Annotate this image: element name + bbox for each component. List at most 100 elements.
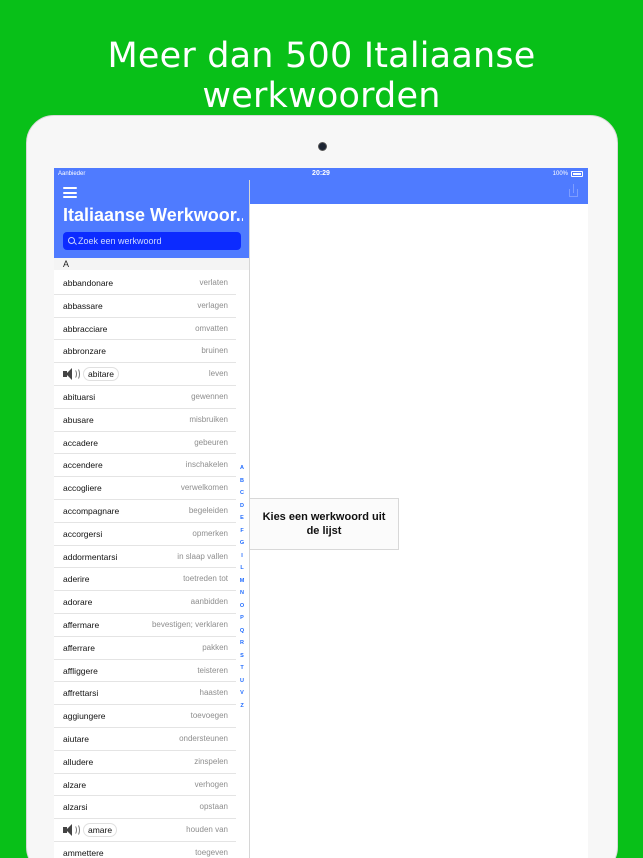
search-icon (68, 237, 75, 244)
verb-translation: haasten (199, 688, 228, 698)
index-letter[interactable]: Q (238, 628, 246, 641)
verb-row[interactable]: aiutare ondersteunen (54, 728, 236, 751)
verb-row[interactable]: accorgersi opmerken (54, 523, 236, 546)
verb-row[interactable]: affermare bevestigen; verklaren (54, 614, 236, 637)
verb-row[interactable]: addormentarsi in slaap vallen (54, 546, 236, 569)
verb-row[interactable]: affliggere teisteren (54, 660, 236, 683)
verb-row[interactable]: aderire toetreden tot (54, 568, 236, 592)
index-letter[interactable]: A (238, 465, 246, 478)
detail-pane: Kies een werkwoord uit de lijst (250, 180, 588, 858)
verb-row[interactable]: abbassare verlagen (54, 295, 236, 318)
verb-row[interactable]: abbandonare verlaten (54, 272, 236, 295)
verb-sidebar: Italiaanse Werkwoor... A abbandonare verl… (54, 180, 250, 858)
verb-row[interactable]: amare houden van (54, 819, 236, 842)
verb-translation: verlagen (197, 300, 228, 310)
battery-percent: 100% (552, 171, 568, 177)
verb-row[interactable]: abbronzare bruinen (54, 340, 236, 364)
index-letter[interactable]: L (238, 565, 246, 578)
verb-row[interactable]: adorare aanbidden (54, 591, 236, 614)
verb-translation: inschakelen (185, 460, 228, 470)
verb-row[interactable]: ammettere toegeven (54, 842, 236, 858)
verb-name: afferrare (63, 642, 95, 653)
verb-name: abusare (63, 414, 94, 425)
verb-translation: gewennen (191, 391, 228, 401)
index-letter[interactable]: T (238, 665, 246, 678)
empty-state-message: Kies een werkwoord uit de lijst (262, 511, 386, 537)
verb-row[interactable]: affrettarsi haasten (54, 682, 236, 706)
index-letter[interactable]: O (238, 603, 246, 616)
share-icon[interactable] (568, 184, 579, 198)
index-letter[interactable]: F (238, 528, 246, 541)
index-letter[interactable]: C (238, 490, 246, 503)
verb-name: abituarsi (63, 391, 96, 402)
index-letter[interactable]: G (238, 540, 246, 553)
hamburger-menu-icon[interactable] (63, 187, 77, 198)
verb-row[interactable]: abitare leven (54, 363, 236, 386)
sidebar-header: Italiaanse Werkwoor... (54, 180, 249, 258)
verb-translation: misbruiken (189, 414, 228, 424)
index-letter[interactable]: Z (238, 703, 246, 716)
verb-row[interactable]: accogliere verwelkomen (54, 477, 236, 500)
battery-icon (571, 171, 583, 177)
alphabet-index[interactable]: ABCDEFGILMNOPQRSTUVZ (238, 465, 246, 715)
index-letter[interactable]: R (238, 640, 246, 653)
verb-name: aiutare (63, 733, 89, 744)
index-letter[interactable]: M (238, 578, 246, 591)
verb-row[interactable]: accadere gebeuren (54, 432, 236, 455)
index-letter[interactable]: I (238, 553, 246, 566)
verb-translation: toetreden tot (183, 574, 228, 584)
verb-row[interactable]: aggiungere toevoegen (54, 705, 236, 728)
index-letter[interactable]: S (238, 653, 246, 666)
verb-translation: houden van (186, 825, 228, 835)
verb-name: amare (83, 823, 118, 838)
verb-name: alzare (63, 779, 87, 790)
verb-row[interactable]: accendere inschakelen (54, 454, 236, 478)
app-screen: Aanbieder 20:29 100% Italiaanse Werkwoor… (54, 168, 588, 858)
index-letter[interactable]: B (238, 478, 246, 491)
status-bar: Aanbieder 20:29 100% (54, 168, 588, 180)
verb-name: alzarsi (63, 802, 88, 813)
verb-translation: verwelkomen (180, 483, 228, 493)
verb-translation: omvatten (195, 323, 228, 333)
verb-name: aggiungere (63, 711, 106, 722)
verb-name: abbracciare (63, 323, 108, 334)
index-letter[interactable]: D (238, 503, 246, 516)
verb-row[interactable]: accompagnare begeleiden (54, 500, 236, 523)
verb-translation: zinspelen (194, 756, 228, 766)
verb-name: affrettarsi (63, 688, 99, 699)
index-letter[interactable]: N (238, 590, 246, 603)
detail-navbar (250, 180, 588, 204)
section-header-a: A (54, 258, 249, 270)
index-letter[interactable]: V (238, 690, 246, 703)
search-bar[interactable] (63, 232, 241, 250)
verb-row[interactable]: alzare verhogen (54, 774, 236, 797)
verb-name: ammettere (63, 847, 104, 858)
verb-row[interactable]: alludere zinspelen (54, 751, 236, 774)
index-letter[interactable]: P (238, 615, 246, 628)
speaker-icon[interactable] (63, 368, 83, 381)
camera-dot (318, 142, 327, 151)
verb-translation: toevoegen (190, 711, 228, 721)
verb-name: abitare (83, 367, 119, 382)
index-letter[interactable]: E (238, 515, 246, 528)
verb-translation: aanbidden (190, 597, 228, 607)
verb-name: aderire (63, 574, 90, 585)
verb-translation: bevestigen; verklaren (151, 619, 228, 629)
verb-name: adorare (63, 597, 93, 608)
verb-row[interactable]: alzarsi opstaan (54, 796, 236, 820)
speaker-icon[interactable] (63, 824, 83, 837)
verb-row[interactable]: abusare misbruiken (54, 409, 236, 432)
verb-name: affermare (63, 619, 100, 630)
verb-row[interactable]: abbracciare omvatten (54, 318, 236, 341)
verb-name: abbronzare (63, 346, 107, 357)
verb-row[interactable]: abituarsi gewennen (54, 386, 236, 409)
verb-translation: toegeven (195, 847, 228, 857)
verb-translation: teisteren (197, 665, 228, 675)
verb-list: abbandonare verlaten abbassare verlagen abbr… (54, 272, 236, 858)
verb-translation: pakken (202, 642, 228, 652)
verb-row[interactable]: afferrare pakken (54, 637, 236, 660)
verb-name: alludere (63, 756, 94, 767)
verb-name: addormentarsi (63, 551, 118, 562)
index-letter[interactable]: U (238, 678, 246, 691)
search-input[interactable] (78, 234, 238, 248)
